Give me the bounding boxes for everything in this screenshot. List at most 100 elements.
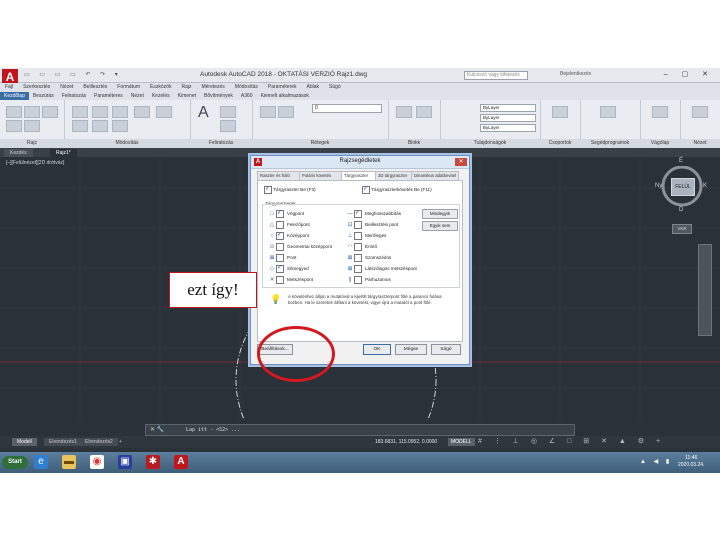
command-line-close-icon[interactable]: ✕ 🔧	[150, 426, 164, 433]
checkbox-icon[interactable]	[354, 221, 362, 229]
cancel-button[interactable]: Mégse	[395, 344, 427, 355]
model-space-button[interactable]: MODELL	[448, 438, 475, 446]
checkbox-icon[interactable]	[264, 185, 272, 194]
linetype-dropdown[interactable]: ByLayer	[480, 114, 536, 122]
osnap-option[interactable]: ○ Középpont	[268, 231, 309, 240]
ribbon-tab[interactable]: Kezdőlap	[0, 92, 29, 100]
osnap-option[interactable]: ⊥ Merőleges	[346, 232, 386, 240]
status-toggles[interactable]: # ⋮ ⊥ ◎ ∠ □ ⊞ ✕ ▲ ⚙ +	[478, 437, 665, 445]
checkbox-icon[interactable]	[276, 254, 284, 262]
menu-item[interactable]: Paraméterek	[263, 83, 302, 91]
osnap-option[interactable]: ✕ Metszéspont	[268, 276, 313, 284]
color-dropdown[interactable]: ByLayer	[480, 104, 536, 112]
ribbon-tab[interactable]: Feliratozás	[58, 92, 90, 100]
panel-title[interactable]: Segédprogramok	[580, 139, 640, 148]
menu-item[interactable]: Méretezés	[196, 83, 229, 91]
viewcube-face-top[interactable]: FELÜL	[671, 178, 695, 196]
ribbon-tab[interactable]: A360	[237, 92, 257, 100]
compass-south[interactable]: D	[679, 207, 683, 213]
select-all-button[interactable]: Mindegyik	[422, 209, 458, 219]
checkbox-icon[interactable]	[354, 243, 362, 251]
panel-title[interactable]: Vágólap	[640, 139, 680, 148]
osnap-option[interactable]: ⊠ Látszólagos metszéspont	[346, 265, 417, 273]
ribbon-tab[interactable]: Kiemelt alkalmazások	[257, 92, 313, 100]
help-button[interactable]: Súgó	[431, 344, 461, 355]
checkbox-icon[interactable]	[276, 221, 284, 229]
panel-title[interactable]: Blokk	[388, 139, 440, 148]
osnap-tracking-checkbox[interactable]: Tárgyraszterkövetés Be (F11)	[362, 185, 432, 194]
osnap-option[interactable]: ∥ Párhuzamos	[346, 276, 391, 284]
menu-item[interactable]: Súgó	[324, 83, 346, 91]
file-explorer-icon[interactable]: ▬	[62, 455, 76, 469]
start-button[interactable]: Start	[2, 456, 28, 469]
ribbon-tab[interactable]: Beszúrás	[29, 92, 58, 100]
dialog-close-button[interactable]: ✕	[455, 158, 467, 166]
compass-east[interactable]: K	[703, 183, 707, 189]
osnap-option[interactable]: △ Felezőpont	[268, 221, 310, 229]
signin-button[interactable]: Bejelentkezés	[560, 71, 591, 77]
osnap-option[interactable]: ⊠ Szomszédos	[346, 254, 391, 262]
checkbox-icon[interactable]	[354, 276, 362, 284]
checkbox-icon[interactable]	[276, 209, 284, 218]
menu-item[interactable]: Ablak	[302, 83, 325, 91]
ribbon-tab[interactable]: Paraméteres	[90, 92, 127, 100]
osnap-option[interactable]: □ Végpont	[268, 209, 304, 218]
panel-title[interactable]: Rétegek	[252, 139, 388, 148]
quick-access-toolbar[interactable]: ▭ ▭ ▭ ▭ ↶ ↷ ▾	[24, 71, 122, 78]
checkbox-icon[interactable]	[276, 231, 284, 240]
checkbox-icon[interactable]	[362, 185, 370, 194]
add-layout-button[interactable]: +	[114, 438, 127, 446]
panel-title[interactable]: Feliratozás	[190, 139, 252, 148]
layer-dropdown[interactable]: 0	[312, 104, 382, 113]
wcs-dropdown[interactable]: VKR	[672, 224, 692, 234]
osnap-option[interactable]: ⊠ Pont	[268, 254, 296, 262]
osnap-option[interactable]: ◠ Érintő	[346, 243, 377, 251]
command-line[interactable]: ✕ 🔧 Lap itt - <S2> ...	[145, 424, 575, 436]
window-controls[interactable]: – ▢ ✕	[664, 70, 714, 78]
menu-item[interactable]: Eszközök	[145, 83, 176, 91]
checkbox-icon[interactable]	[276, 276, 284, 284]
panel-title[interactable]: Tulajdonságok	[440, 139, 540, 148]
osnap-option[interactable]: ◇ Síknegyed	[268, 264, 309, 273]
compass-north[interactable]: É	[679, 158, 683, 164]
checkbox-icon[interactable]	[354, 254, 362, 262]
panel-title[interactable]: Nézet	[680, 139, 720, 148]
virus-app-icon[interactable]: ✱	[146, 455, 160, 469]
ribbon-tab[interactable]: Kimenet	[174, 92, 200, 100]
menu-item[interactable]: Módosítás	[230, 83, 263, 91]
clear-all-button[interactable]: Egyik sem	[422, 221, 458, 231]
ribbon-tab[interactable]: Nézet	[127, 92, 148, 100]
taskbar-clock[interactable]: 11:46 2020.03.24.	[678, 455, 704, 469]
panel-title[interactable]: Rajz	[0, 139, 64, 148]
autocad-taskbar-icon[interactable]: A	[174, 455, 188, 469]
lineweight-dropdown[interactable]: ByLayer	[480, 124, 536, 132]
compass-west[interactable]: Ny	[655, 183, 662, 189]
osnap-option[interactable]: — Meghosszabbítás	[346, 209, 401, 218]
menu-item[interactable]: Fájl	[0, 83, 18, 91]
search-input[interactable]: Kulcsszó vagy kifejezés	[464, 71, 528, 80]
menu-item[interactable]: Beillesztés	[78, 83, 112, 91]
menu-item[interactable]: Szerkesztés	[18, 83, 55, 91]
checkbox-icon[interactable]	[276, 243, 284, 251]
osnap-on-checkbox[interactable]: Tárgyraszter Be (F3)	[264, 185, 316, 194]
osnap-option[interactable]: ⊙ Geometriai középpont	[268, 243, 332, 251]
internet-explorer-icon[interactable]: e	[34, 455, 48, 469]
checkbox-icon[interactable]	[354, 209, 362, 218]
system-tray-icons[interactable]: ▲ ◀ ▮	[640, 458, 672, 465]
save-disk-icon[interactable]: ▣	[118, 455, 132, 469]
layout-tab-layout1[interactable]: Elrendezés1	[44, 438, 82, 446]
ribbon-tab[interactable]: Kezelés	[148, 92, 174, 100]
menu-item[interactable]: Formátum	[112, 83, 145, 91]
checkbox-icon[interactable]	[354, 265, 362, 273]
osnap-option[interactable]: ⊡ Beillesztési pont	[346, 221, 398, 229]
checkbox-icon[interactable]	[276, 264, 284, 273]
panel-title[interactable]: Módosítás	[64, 139, 190, 148]
ribbon-tab[interactable]: Bővítmények	[200, 92, 237, 100]
checkbox-icon[interactable]	[354, 232, 362, 240]
panel-title[interactable]: Csoportok	[540, 139, 580, 148]
layout-tab-model[interactable]: Modell	[12, 438, 37, 446]
menu-item[interactable]: Rajz	[176, 83, 196, 91]
navigation-bar[interactable]	[698, 244, 712, 336]
layout-tab-layout2[interactable]: Elrendezés2	[80, 438, 118, 446]
viewcube[interactable]: FELÜL É D Ny K	[655, 158, 708, 216]
